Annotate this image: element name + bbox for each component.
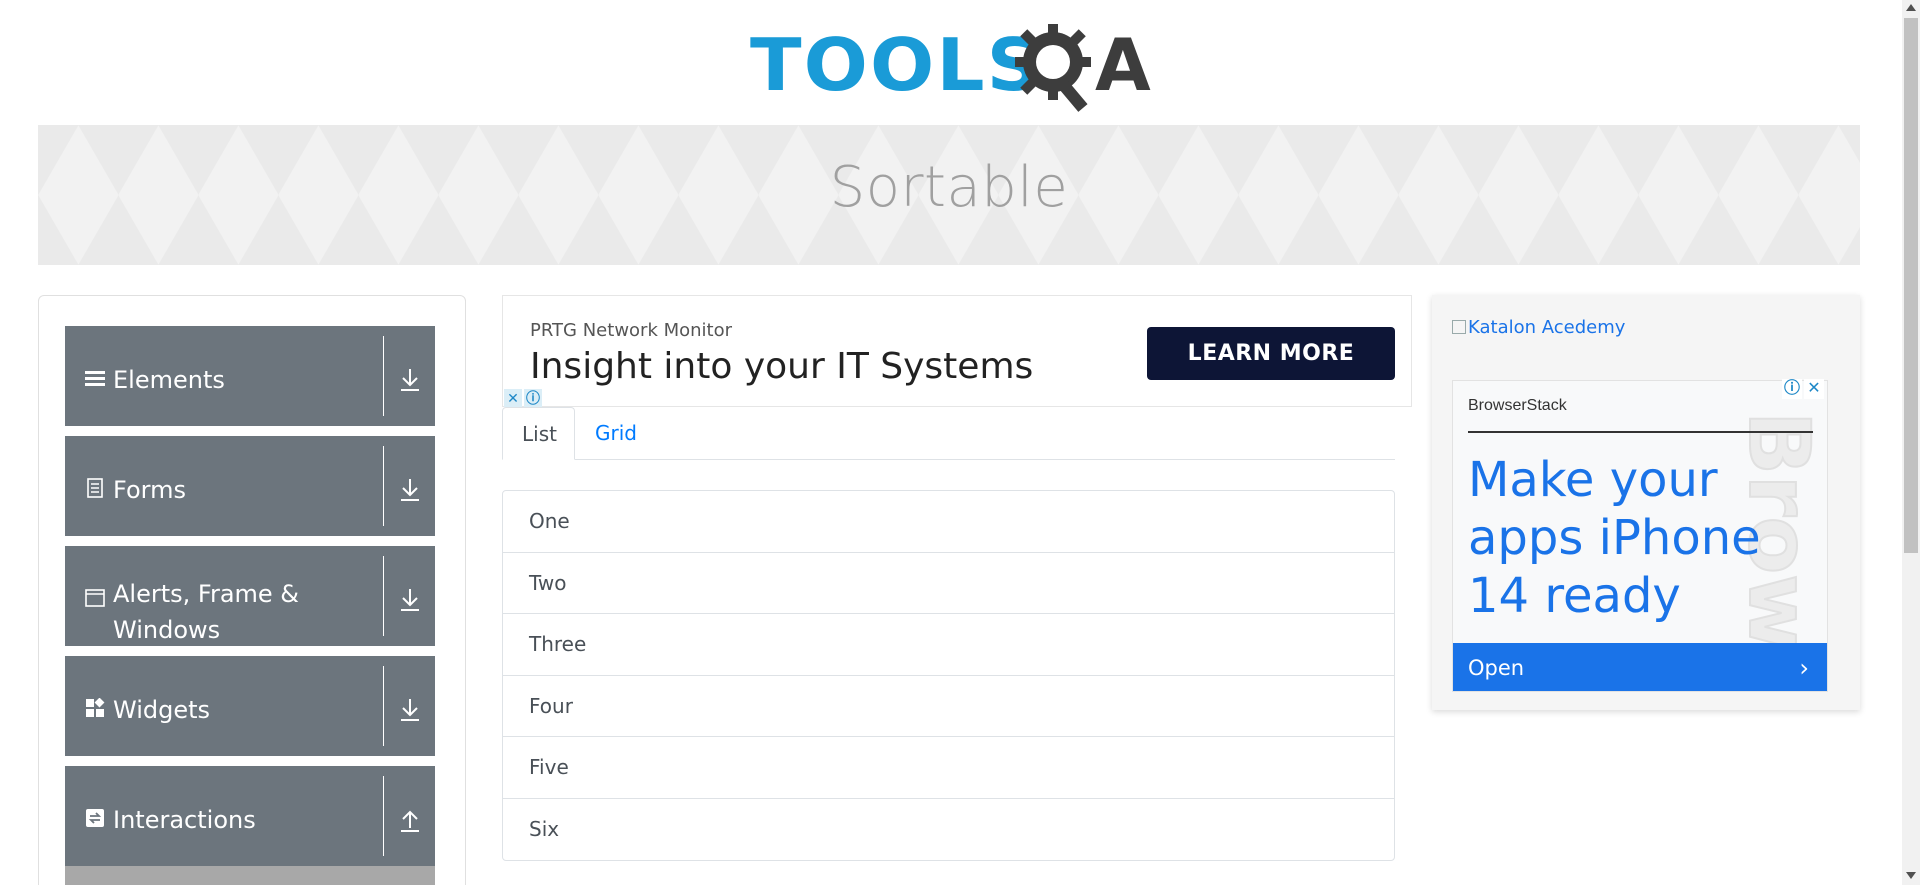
menu-group-label: Alerts, Frame & Windows <box>113 580 300 644</box>
ad-brand: PRTG Network Monitor <box>530 320 733 341</box>
sortable-list: One Two Three Four Five Six <box>502 490 1395 861</box>
ad-choices[interactable]: ✕ ⓘ <box>504 389 542 407</box>
divider <box>1468 431 1813 433</box>
logo-text-a: A <box>1095 23 1151 107</box>
download-icon <box>401 699 419 721</box>
close-icon[interactable]: ✕ <box>1804 379 1824 399</box>
page-banner: Sortable <box>38 125 1860 265</box>
browserstack-ad[interactable]: Browse BrowserStack Make your apps iPhon… <box>1452 380 1828 692</box>
page-title: Sortable <box>829 155 1069 220</box>
menu-group-alerts-frame-windows[interactable]: Alerts, Frame & Windows <box>65 546 435 646</box>
menu-group-widgets[interactable]: Widgets <box>65 656 435 756</box>
menu-list-submenu <box>65 866 435 885</box>
ad-brand: BrowserStack <box>1468 397 1567 414</box>
menu-group-interactions[interactable]: Interactions <box>65 766 435 866</box>
menu-group-label: Elements <box>113 366 225 394</box>
chevron-right-icon: › <box>1799 654 1809 682</box>
window-icon <box>85 589 105 607</box>
download-icon <box>401 479 419 501</box>
learn-more-button[interactable]: LEARN MORE <box>1147 327 1395 380</box>
refresh-icon <box>86 809 104 827</box>
close-icon[interactable]: ✕ <box>504 389 522 407</box>
upload-icon <box>401 810 419 832</box>
menu-group-elements[interactable]: Elements <box>65 326 435 426</box>
open-label: Open <box>1468 656 1525 680</box>
ad-sidebar-right: Katalon Acedemy Browse BrowserStack Make… <box>1432 295 1860 710</box>
ad-banner-top[interactable]: PRTG Network Monitor Insight into your I… <box>502 295 1412 407</box>
toolsqa-logo[interactable]: TOOLS A <box>750 20 1155 115</box>
list-item[interactable]: Two <box>503 553 1394 614</box>
tab-list[interactable]: List <box>502 407 575 460</box>
list-item[interactable]: Three <box>503 614 1394 676</box>
menu-group-label: Forms <box>113 476 186 504</box>
info-icon[interactable]: ⓘ <box>524 389 542 407</box>
list-item[interactable]: Five <box>503 737 1394 799</box>
widgets-icon <box>86 698 105 717</box>
download-icon <box>401 589 419 611</box>
scroll-thumb[interactable] <box>1904 18 1918 553</box>
menu-group-forms[interactable]: Forms <box>65 436 435 536</box>
open-button[interactable]: Open › <box>1453 643 1827 691</box>
document-icon <box>87 478 103 498</box>
page-scrollbar[interactable] <box>1902 0 1920 885</box>
divider <box>383 336 384 416</box>
scroll-down-arrow-icon[interactable] <box>1906 872 1916 879</box>
download-icon <box>401 369 419 391</box>
tab-bar: List Grid <box>502 407 1395 460</box>
menu-group-label: Widgets <box>113 696 211 724</box>
list-item[interactable]: Six <box>503 799 1394 861</box>
menu-group-label: Interactions <box>113 806 256 834</box>
left-panel: Elements Forms Alerts, Frame & Windows W… <box>38 295 466 885</box>
katalon-alt-text: Katalon Acedemy <box>1468 317 1626 338</box>
scroll-up-arrow-icon[interactable] <box>1906 4 1916 11</box>
list-item[interactable]: Four <box>503 676 1394 737</box>
divider <box>383 446 384 526</box>
katalon-image-link[interactable]: Katalon Acedemy <box>1452 317 1625 338</box>
info-icon[interactable]: ⓘ <box>1782 379 1802 399</box>
hamburger-icon <box>85 371 105 386</box>
divider <box>383 776 384 856</box>
logo-text-tools: TOOLS <box>750 23 1044 107</box>
tab-grid[interactable]: Grid <box>575 407 657 460</box>
broken-image-icon <box>1452 320 1466 334</box>
gear-magnifier-icon <box>1015 24 1091 112</box>
divider <box>383 666 384 746</box>
ad-choices[interactable]: ⓘ ✕ <box>1782 379 1824 399</box>
ad-headline: Insight into your IT Systems <box>530 346 1034 387</box>
ad-headline: Make your apps iPhone 14 ready <box>1468 452 1761 624</box>
divider <box>383 556 384 636</box>
list-item[interactable]: One <box>503 491 1394 553</box>
